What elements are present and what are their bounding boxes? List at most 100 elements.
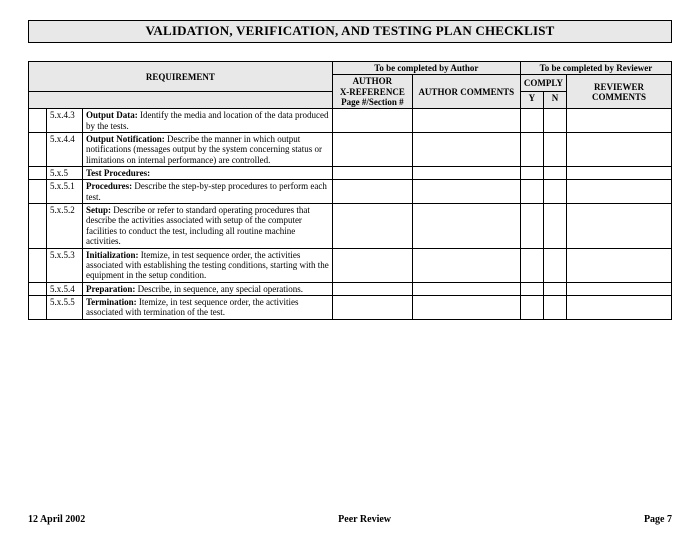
row-comply-y (520, 295, 543, 319)
header-reviewer-section: To be completed by Reviewer (520, 62, 671, 75)
table-row: 5.x.5Test Procedures: (29, 167, 672, 180)
row-number: 5.x.5 (47, 167, 83, 180)
row-reviewer-comments (567, 282, 672, 295)
row-comply-y (520, 204, 543, 248)
row-number: 5.x.5.5 (47, 295, 83, 319)
row-checkbox-cell (29, 282, 47, 295)
header-requirement-sub (29, 92, 333, 109)
row-author-comments (412, 295, 520, 319)
checklist-table: REQUIREMENT To be completed by Author To… (28, 61, 672, 320)
row-comply-n (543, 109, 566, 133)
table-row: 5.x.5.2Setup: Describe or refer to stand… (29, 204, 672, 248)
row-reviewer-comments (567, 295, 672, 319)
row-number: 5.x.5.3 (47, 248, 83, 282)
table-row: 5.x.5.5Termination: Itemize, in test seq… (29, 295, 672, 319)
footer-center: Peer Review (338, 514, 391, 525)
row-checkbox-cell (29, 295, 47, 319)
footer-date: 12 April 2002 (28, 514, 85, 525)
header-requirement: REQUIREMENT (29, 62, 333, 92)
table-row: 5.x.5.3Initialization: Itemize, in test … (29, 248, 672, 282)
row-number: 5.x.4.4 (47, 133, 83, 167)
header-rc-l2: COMMENTS (592, 92, 646, 102)
header-author-section: To be completed by Author (332, 62, 520, 75)
row-xref (332, 167, 412, 180)
row-checkbox-cell (29, 167, 47, 180)
row-xref (332, 180, 412, 204)
header-rc-l1: REVIEWER (594, 82, 644, 92)
row-reviewer-comments (567, 204, 672, 248)
row-comply-n (543, 180, 566, 204)
row-reviewer-comments (567, 248, 672, 282)
header-xref-l3: Page #/Section # (341, 97, 404, 107)
page-footer: 12 April 2002 Peer Review Page 7 (28, 514, 672, 525)
row-author-comments (412, 167, 520, 180)
row-comply-y (520, 167, 543, 180)
header-n: N (543, 92, 566, 109)
row-description: Setup: Describe or refer to standard ope… (83, 204, 333, 248)
row-bold: Output Data: (86, 110, 138, 120)
footer-page: Page 7 (644, 514, 672, 525)
row-description: Preparation: Describe, in sequence, any … (83, 282, 333, 295)
row-bold: Termination: (86, 297, 137, 307)
row-checkbox-cell (29, 133, 47, 167)
row-xref (332, 295, 412, 319)
row-description: Procedures: Describe the step-by-step pr… (83, 180, 333, 204)
row-reviewer-comments (567, 180, 672, 204)
row-rest: Describe or refer to standard operating … (86, 205, 310, 246)
header-comply: COMPLY (520, 75, 566, 92)
header-xref-l2: X-REFERENCE (340, 87, 405, 97)
row-author-comments (412, 109, 520, 133)
page-title: VALIDATION, VERIFICATION, AND TESTING PL… (28, 20, 672, 43)
row-number: 5.x.4.3 (47, 109, 83, 133)
row-comply-y (520, 248, 543, 282)
row-reviewer-comments (567, 109, 672, 133)
row-description: Initialization: Itemize, in test sequenc… (83, 248, 333, 282)
row-author-comments (412, 282, 520, 295)
row-reviewer-comments (567, 167, 672, 180)
row-description: Output Data: Identify the media and loca… (83, 109, 333, 133)
header-reviewer-comments: REVIEWER COMMENTS (567, 75, 672, 109)
table-body: 5.x.4.3Output Data: Identify the media a… (29, 109, 672, 319)
header-xref: AUTHOR X-REFERENCE Page #/Section # (332, 75, 412, 109)
table-row: 5.x.4.3Output Data: Identify the media a… (29, 109, 672, 133)
row-checkbox-cell (29, 248, 47, 282)
row-author-comments (412, 204, 520, 248)
row-checkbox-cell (29, 204, 47, 248)
row-xref (332, 282, 412, 295)
row-number: 5.x.5.1 (47, 180, 83, 204)
row-comply-y (520, 109, 543, 133)
row-description: Termination: Itemize, in test sequence o… (83, 295, 333, 319)
row-comply-n (543, 204, 566, 248)
row-checkbox-cell (29, 109, 47, 133)
row-comply-n (543, 295, 566, 319)
row-author-comments (412, 248, 520, 282)
row-bold: Initialization: (86, 250, 139, 260)
row-rest: Describe, in sequence, any special opera… (135, 284, 303, 294)
row-number: 5.x.5.2 (47, 204, 83, 248)
row-bold: Preparation: (86, 284, 135, 294)
table-row: 5.x.4.4Output Notification: Describe the… (29, 133, 672, 167)
header-author-comments: AUTHOR COMMENTS (412, 75, 520, 109)
row-bold: Setup: (86, 205, 111, 215)
row-bold: Procedures: (86, 181, 132, 191)
row-comply-n (543, 133, 566, 167)
row-author-comments (412, 133, 520, 167)
row-number: 5.x.5.4 (47, 282, 83, 295)
row-comply-n (543, 248, 566, 282)
row-description: Output Notification: Describe the manner… (83, 133, 333, 167)
header-y: Y (520, 92, 543, 109)
row-comply-n (543, 167, 566, 180)
row-reviewer-comments (567, 133, 672, 167)
row-xref (332, 133, 412, 167)
row-description: Test Procedures: (83, 167, 333, 180)
row-comply-y (520, 133, 543, 167)
row-checkbox-cell (29, 180, 47, 204)
row-bold: Output Notification: (86, 134, 165, 144)
row-xref (332, 109, 412, 133)
row-author-comments (412, 180, 520, 204)
row-xref (332, 248, 412, 282)
row-comply-y (520, 180, 543, 204)
header-xref-l1: AUTHOR (353, 76, 393, 86)
table-row: 5.x.5.1Procedures: Describe the step-by-… (29, 180, 672, 204)
row-bold: Test Procedures: (86, 168, 150, 178)
